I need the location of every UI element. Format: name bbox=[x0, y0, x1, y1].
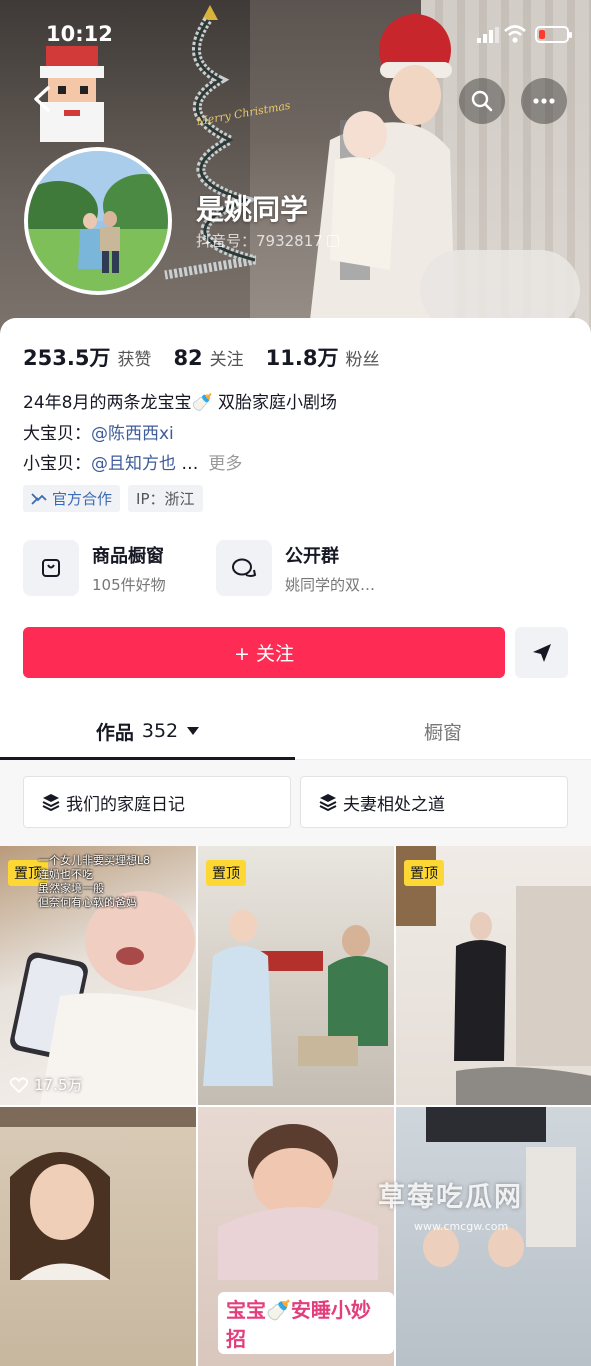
layers-icon bbox=[319, 794, 337, 811]
watermark-text: 草莓吃瓜网 bbox=[378, 1182, 523, 1213]
public-group-title: 公开群 bbox=[285, 545, 339, 567]
video-thumbnail[interactable] bbox=[0, 1107, 196, 1366]
stat-followers[interactable]: 11.8万 粉丝 bbox=[266, 342, 380, 372]
stat-followers-value: 11.8万 bbox=[265, 346, 339, 370]
stat-likes-value: 253.5万 bbox=[23, 346, 111, 370]
back-button[interactable] bbox=[22, 78, 64, 120]
video-grid: 置顶 一个女儿非要买理想L8 连奶也不吃 虽然家境一般 但奈何有心软的爸妈 17… bbox=[0, 846, 591, 1366]
video-likes-count: 17.5万 bbox=[34, 1076, 83, 1094]
mention-link-1[interactable]: @陈西西xi bbox=[91, 424, 174, 444]
stat-likes[interactable]: 253.5万 获赞 bbox=[23, 342, 151, 372]
douyin-id-text: 抖音号：7932817 bbox=[196, 232, 323, 250]
stat-followers-label: 粉丝 bbox=[345, 350, 380, 370]
collection-2-label: 夫妻相处之道 bbox=[343, 794, 445, 815]
wifi-icon bbox=[504, 25, 526, 43]
bio-line-2: 大宝贝：@陈西西xi bbox=[23, 419, 174, 444]
bio-line-3-prefix: 小宝贝： bbox=[23, 454, 91, 474]
pinned-badge: 置顶 bbox=[404, 860, 444, 886]
stat-following-label: 关注 bbox=[209, 350, 244, 370]
tab-works-label: 作品 bbox=[95, 721, 134, 744]
bio-line-1: 24年8月的两条龙宝宝🍼 双胎家庭小剧场 bbox=[23, 393, 338, 413]
heart-icon bbox=[10, 1076, 28, 1093]
collection-1-label: 我们的家庭日记 bbox=[66, 794, 185, 815]
watermark-url: www.cmcgw.com bbox=[414, 1220, 509, 1233]
caret-down-icon bbox=[187, 727, 200, 735]
profile-stats: 253.5万 获赞 82 关注 11.8万 粉丝 bbox=[23, 342, 402, 372]
mention-link-2[interactable]: @且知方也 bbox=[91, 454, 176, 474]
content-tabs: 作品 352 橱窗 bbox=[0, 702, 591, 760]
send-message-button[interactable] bbox=[515, 627, 568, 678]
shopping-bag-icon bbox=[23, 540, 79, 596]
public-group-entry[interactable]: 公开群姚同学的双… bbox=[216, 540, 375, 596]
battery-icon bbox=[535, 26, 572, 43]
video-thumbnail[interactable]: 置顶 一个女儿非要买理想L8 连奶也不吃 虽然家境一般 但奈何有心软的爸妈 17… bbox=[0, 846, 196, 1105]
ip-location-tag: IP：浙江 bbox=[128, 485, 203, 512]
official-partner-tag[interactable]: 官方合作 bbox=[23, 485, 121, 512]
video-overlay-text: 宝宝🍼安睡小妙招 bbox=[218, 1292, 394, 1354]
profile-card: 253.5万 获赞 82 关注 11.8万 粉丝 24年8月的两条龙宝宝🍼 双胎家庭小… bbox=[0, 318, 591, 1366]
layers-icon bbox=[42, 794, 60, 811]
pinned-badge: 置顶 bbox=[206, 860, 246, 886]
public-group-subtitle: 姚同学的双… bbox=[285, 575, 376, 594]
signal-icon bbox=[477, 27, 499, 43]
video-5-image bbox=[218, 1124, 378, 1280]
tab-showcase[interactable]: 橱窗 bbox=[295, 702, 591, 760]
stat-following[interactable]: 82 关注 bbox=[173, 345, 243, 370]
profile-nickname: 是姚同学 bbox=[196, 193, 309, 226]
chevron-left-icon bbox=[34, 86, 50, 112]
video-thumbnail[interactable]: 置顶 bbox=[198, 846, 394, 1105]
chat-bubbles-icon bbox=[216, 540, 272, 596]
product-showcase-entry[interactable]: 商品橱窗 105件好物 bbox=[23, 540, 166, 596]
search-button[interactable] bbox=[459, 78, 505, 124]
bio-line-3: 小宝贝：@且知方也 … 更多 bbox=[23, 449, 242, 474]
follow-button[interactable]: + 关注 bbox=[23, 627, 505, 678]
avatar[interactable] bbox=[24, 147, 172, 295]
stat-following-value: 82 bbox=[173, 346, 203, 370]
ellipsis-icon bbox=[533, 98, 555, 104]
search-icon bbox=[471, 90, 493, 112]
video-thumbnail[interactable] bbox=[396, 1107, 591, 1366]
collection-couple-tips[interactable]: 夫妻相处之道 bbox=[300, 776, 568, 828]
tab-works-count: 352 bbox=[141, 720, 179, 742]
copy-icon[interactable] bbox=[326, 235, 339, 247]
avatar-photo bbox=[28, 151, 168, 291]
video-thumbnail[interactable]: 置顶 bbox=[396, 846, 591, 1105]
handshake-icon bbox=[31, 492, 47, 505]
paper-plane-icon bbox=[532, 643, 551, 662]
tab-works[interactable]: 作品 352 bbox=[0, 702, 295, 760]
official-partner-label: 官方合作 bbox=[52, 490, 113, 508]
product-showcase-title: 商品橱窗 bbox=[92, 545, 164, 567]
bio-more-link[interactable]: 更多 bbox=[208, 454, 242, 474]
stat-likes-label: 获赞 bbox=[117, 350, 152, 370]
collections-bar: 我们的家庭日记 夫妻相处之道 bbox=[0, 760, 591, 846]
product-showcase-subtitle: 105件好物 bbox=[92, 575, 166, 594]
video-caption: 一个女儿非要买理想L8 连奶也不吃 虽然家境一般 但奈何有心软的爸妈 bbox=[38, 854, 151, 909]
bio-line-2-prefix: 大宝贝： bbox=[23, 424, 91, 444]
douyin-id[interactable]: 抖音号：7932817 bbox=[196, 230, 339, 251]
video-likes: 17.5万 bbox=[10, 1074, 82, 1095]
video-thumbnail[interactable]: 宝宝🍼安睡小妙招 bbox=[198, 1107, 394, 1366]
video-4-image bbox=[0, 1107, 196, 1280]
more-options-button[interactable] bbox=[521, 78, 567, 124]
collection-family-diary[interactable]: 我们的家庭日记 bbox=[23, 776, 291, 828]
profile-tags: 官方合作 IP：浙江 bbox=[23, 485, 211, 512]
bio-ellipsis: … bbox=[181, 454, 199, 474]
